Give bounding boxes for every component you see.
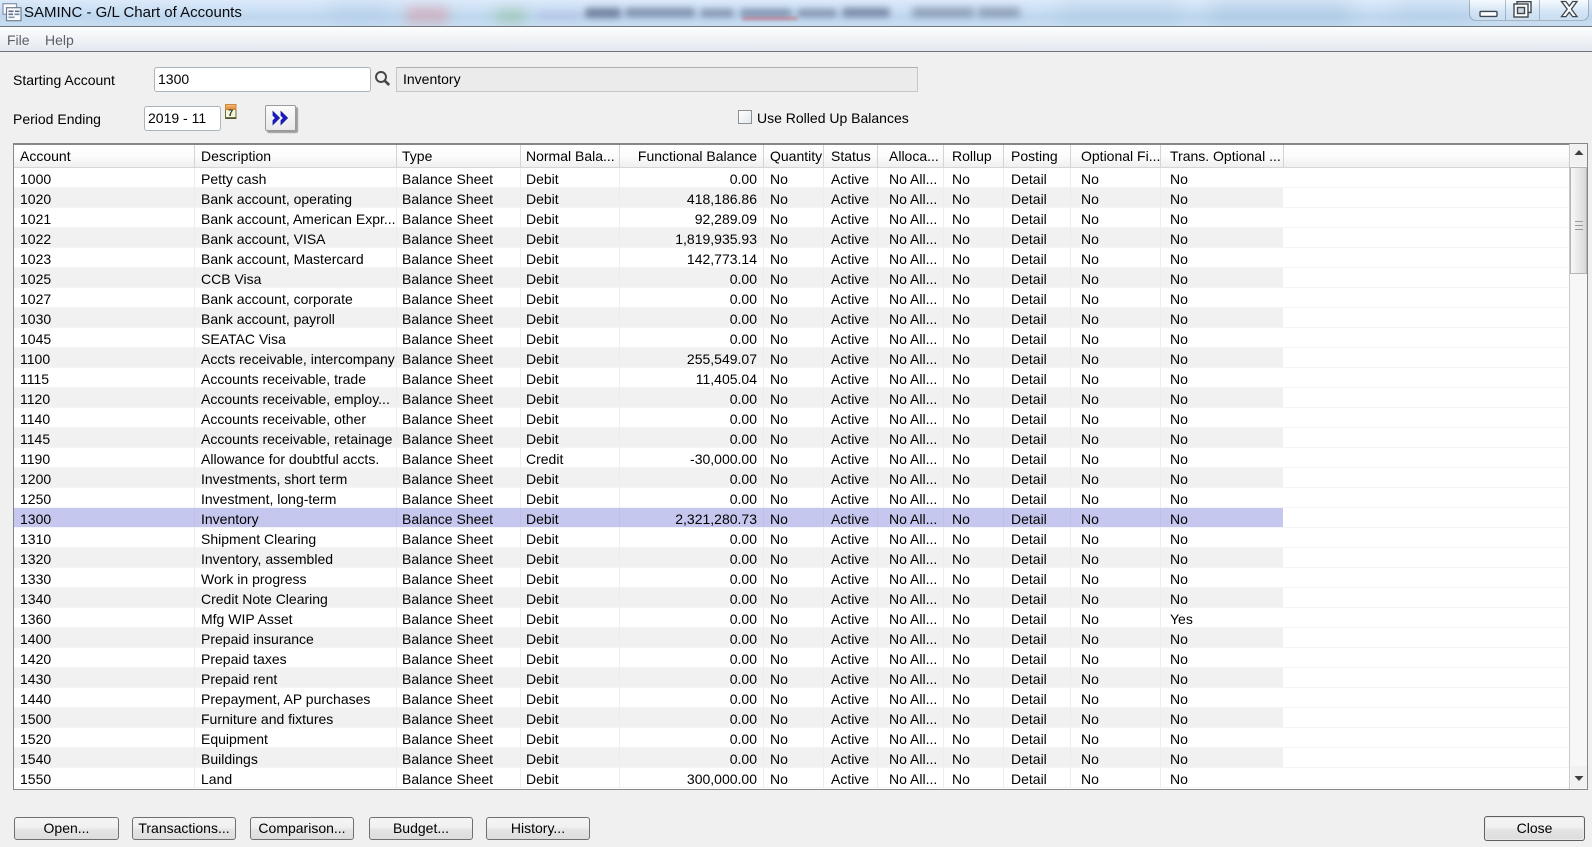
svg-text:7: 7 — [228, 108, 233, 119]
